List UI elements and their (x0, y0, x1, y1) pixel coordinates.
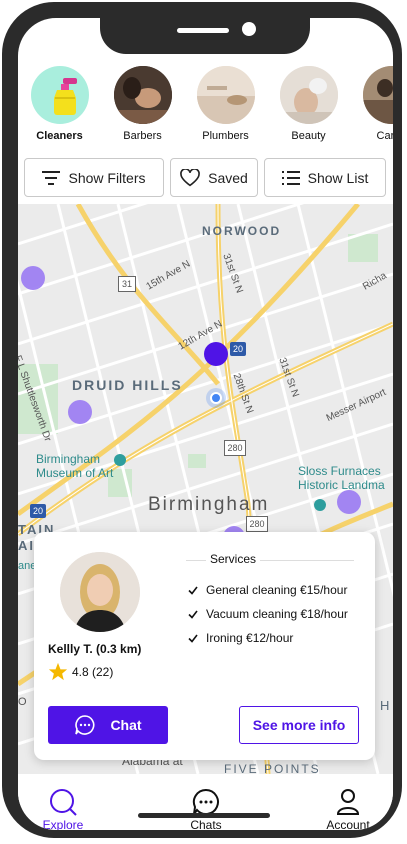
phone-frame: Cleaners Barbers Plumbers Beauty Car Sho… (2, 2, 402, 838)
provider-card[interactable]: Kellly T. (0.3 km) 4.8 (22) Services Gen… (34, 532, 375, 760)
map-label-five-points: FIVE POINTS (224, 762, 321, 774)
check-icon (188, 634, 198, 643)
barber-photo (113, 66, 172, 124)
notch (100, 16, 310, 54)
saved-button[interactable]: Saved (170, 158, 258, 197)
avatar (60, 552, 140, 632)
service-item: General cleaning €15/hour (188, 578, 348, 602)
category-plumbers[interactable]: Plumbers (184, 66, 267, 158)
map-label-h: H (380, 698, 392, 713)
speaker (177, 28, 229, 33)
heart-icon (180, 168, 200, 186)
map-label-museum: Birmingham Museum of Art (36, 452, 114, 480)
route-shield-31: 31 (118, 276, 136, 292)
filter-icon (42, 170, 61, 185)
museum-poi-icon[interactable] (114, 454, 126, 466)
rating: 4.8 (22) (48, 662, 113, 681)
category-carpenters[interactable]: Carpe (350, 66, 393, 158)
home-indicator (138, 813, 270, 818)
category-barbers[interactable]: Barbers (101, 66, 184, 158)
category-carousel[interactable]: Cleaners Barbers Plumbers Beauty Car (18, 66, 393, 158)
show-list-label: Show List (307, 169, 369, 186)
tab-chats[interactable]: Chats (166, 788, 246, 830)
spray-bottle-icon (30, 66, 89, 124)
interstate-shield-20-b: 20 (30, 504, 46, 518)
category-label: Plumbers (202, 130, 249, 142)
category-label: Barbers (123, 130, 162, 142)
bottom-tab-bar: Explore Chats Account (18, 774, 393, 830)
service-item: Ironing €12/hour (188, 626, 348, 650)
show-list-button[interactable]: Show List (264, 158, 386, 197)
category-label: Cleaners (36, 130, 83, 142)
route-shield-280-b: 280 (246, 516, 268, 532)
search-icon (50, 789, 77, 816)
show-filters-button[interactable]: Show Filters (24, 158, 164, 197)
filter-bar: Show Filters Saved Show List (24, 158, 393, 198)
saved-label: Saved (208, 169, 248, 186)
chat-button-label: Chat (110, 717, 142, 733)
map-label-norwood: NORWOOD (202, 224, 282, 238)
user-icon (336, 789, 360, 815)
provider-pin[interactable] (68, 400, 92, 424)
camera (242, 22, 256, 36)
tab-explore-label: Explore (42, 818, 84, 830)
map-label-druid-hills: DRUID HILLS (72, 377, 183, 393)
plumber-photo (196, 66, 255, 124)
services-list: General cleaning €15/hour Vacuum cleanin… (188, 578, 348, 650)
check-icon (188, 610, 198, 619)
see-more-info-button[interactable]: See more info (239, 706, 359, 744)
chat-bubble-icon (192, 788, 219, 815)
service-label: Ironing €12/hour (206, 631, 294, 645)
check-icon (188, 586, 198, 595)
map-label-birmingham: Birmingham (148, 494, 270, 515)
service-label: General cleaning €15/hour (206, 583, 348, 597)
rating-value: 4.8 (22) (72, 664, 114, 679)
list-icon (281, 170, 300, 185)
current-location-icon (206, 388, 226, 408)
carpenter-photo (362, 66, 393, 124)
see-more-info-label: See more info (252, 717, 346, 733)
category-cleaners[interactable]: Cleaners (18, 66, 101, 158)
provider-pin[interactable] (337, 490, 361, 514)
service-item: Vacuum cleaning €18/hour (188, 602, 348, 626)
map-label-o: O (18, 696, 27, 708)
show-filters-label: Show Filters (68, 169, 146, 186)
service-label: Vacuum cleaning €18/hour (206, 607, 348, 621)
landmark-poi-icon[interactable] (314, 499, 326, 511)
tab-account-label: Account (326, 818, 370, 830)
category-beauty[interactable]: Beauty (267, 66, 350, 158)
route-shield-280: 280 (224, 440, 246, 456)
chat-button[interactable]: Chat (48, 706, 168, 744)
map-label-sloss: Sloss Furnaces Historic Landma (298, 464, 385, 492)
interstate-shield-20: 20 (230, 342, 246, 356)
star-icon (48, 662, 68, 681)
services-title: Services (206, 552, 261, 566)
chat-bubble-icon (75, 715, 95, 735)
tab-account[interactable]: Account (308, 788, 388, 830)
provider-pin[interactable] (21, 266, 45, 290)
tab-chats-label: Chats (190, 818, 222, 830)
category-label: Carpe (376, 130, 393, 142)
tab-explore[interactable]: Explore (23, 788, 103, 830)
beauty-photo (279, 66, 338, 124)
provider-pin-selected[interactable] (204, 342, 228, 366)
provider-name: Kellly T. (0.3 km) (48, 642, 142, 656)
category-label: Beauty (291, 130, 326, 142)
screen: Cleaners Barbers Plumbers Beauty Car Sho… (18, 18, 393, 830)
